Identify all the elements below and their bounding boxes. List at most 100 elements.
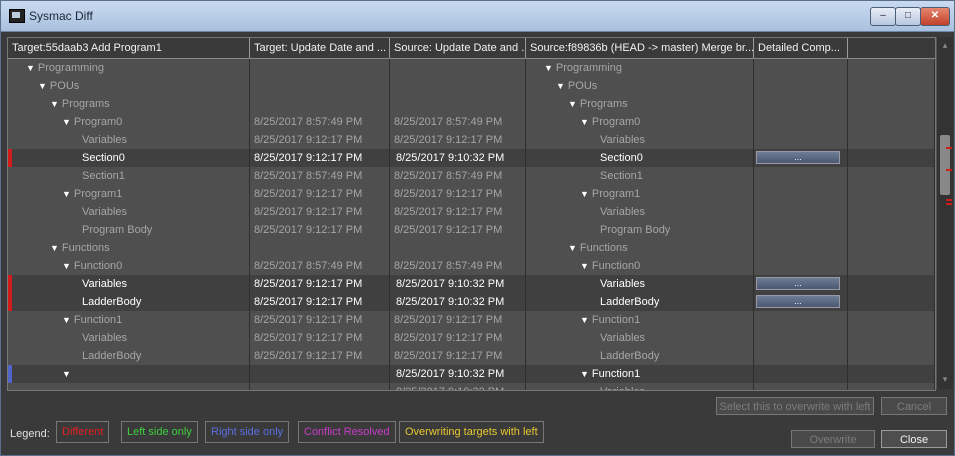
table-row[interactable]: Variables 8/25/2017 9:12:17 PM 8/25/2017 9… bbox=[8, 203, 935, 221]
table-row[interactable]: Section1 8/25/2017 8:57:49 PM 8/25/2017 8:… bbox=[8, 167, 935, 185]
table-row[interactable]: LadderBody 8/25/2017 9:12:17 PM 8/25/2017 … bbox=[8, 293, 935, 311]
tree-node[interactable]: ▼ POUs bbox=[556, 77, 597, 95]
overwrite-with-left-button[interactable]: Select this to overwrite with left bbox=[716, 397, 874, 415]
tree-node[interactable]: Variables bbox=[74, 203, 127, 221]
tree-node[interactable]: LadderBody bbox=[74, 347, 141, 365]
col-header-target-name[interactable]: Target:55daab3 Add Program1 bbox=[8, 38, 250, 58]
tree-node[interactable]: Program Body bbox=[592, 221, 670, 239]
expand-triangle-icon[interactable]: ▼ bbox=[568, 243, 577, 253]
table-row[interactable]: Variables 8/25/2017 9:12:17 PM 8/25/2017 9… bbox=[8, 131, 935, 149]
tree-node-label: Program0 bbox=[73, 116, 123, 128]
expand-triangle-icon[interactable]: ▼ bbox=[580, 261, 589, 271]
tree-node[interactable]: ▼ Function1 bbox=[580, 311, 640, 329]
tree-node[interactable]: ▼ Programs bbox=[568, 95, 628, 113]
tree-node[interactable]: Section0 bbox=[592, 149, 643, 167]
maximize-button[interactable]: □ bbox=[895, 7, 921, 26]
tree-node[interactable]: ▼ Functions bbox=[568, 239, 628, 257]
tree-node[interactable]: ▼ Program0 bbox=[62, 113, 122, 131]
table-row[interactable]: Variables 8/25/2017 9:12:17 PM 8/25/2017 9… bbox=[8, 275, 935, 293]
expand-triangle-icon[interactable]: ▼ bbox=[62, 369, 71, 379]
tree-node[interactable]: Section0 bbox=[74, 149, 125, 167]
close-window-button[interactable]: ✕ bbox=[920, 7, 950, 26]
detailed-compare-button[interactable]: ... bbox=[756, 295, 840, 308]
expand-triangle-icon[interactable]: ▼ bbox=[62, 189, 71, 199]
expand-triangle-icon[interactable]: ▼ bbox=[50, 243, 59, 253]
table-row[interactable]: 8/25/2017 9:10:32 PM Variables bbox=[8, 383, 935, 390]
tree-node[interactable]: ▼ Function1 bbox=[580, 365, 640, 383]
minimize-button[interactable]: – bbox=[870, 7, 896, 26]
col-header-source-date[interactable]: Source: Update Date and ... bbox=[390, 38, 526, 58]
tree-node[interactable]: ▼ Programming bbox=[26, 59, 104, 77]
table-row[interactable]: ▼ 8/25/2017 9:10:32 PM ▼ Function1 bbox=[8, 365, 935, 383]
tree-node[interactable]: ▼ Programs bbox=[50, 95, 110, 113]
expand-triangle-icon[interactable]: ▼ bbox=[62, 261, 71, 271]
tree-node[interactable]: ▼ POUs bbox=[38, 77, 79, 95]
col-header-detailed-compare[interactable]: Detailed Comp... bbox=[754, 38, 848, 58]
tree-node[interactable]: Variables bbox=[592, 131, 645, 149]
table-row[interactable]: ▼ Function0 8/25/2017 8:57:49 PM 8/25/2017 … bbox=[8, 257, 935, 275]
tree-node[interactable]: LadderBody bbox=[74, 293, 141, 311]
expand-triangle-icon[interactable]: ▼ bbox=[580, 117, 589, 127]
scroll-up-icon[interactable]: ▴ bbox=[939, 39, 951, 51]
scroll-down-icon[interactable]: ▾ bbox=[939, 373, 951, 385]
tree-node[interactable]: ▼ Programming bbox=[544, 59, 622, 77]
expand-triangle-icon[interactable]: ▼ bbox=[62, 315, 71, 325]
col-header-source-name[interactable]: Source:f89836b (HEAD -> master) Merge br… bbox=[526, 38, 754, 58]
table-row[interactable]: Variables 8/25/2017 9:12:17 PM 8/25/2017 9… bbox=[8, 329, 935, 347]
tree-node[interactable]: Variables bbox=[74, 329, 127, 347]
tree-node[interactable]: ▼ Function1 bbox=[62, 311, 122, 329]
expand-triangle-icon[interactable]: ▼ bbox=[580, 315, 589, 325]
col-header-target-date[interactable]: Target: Update Date and ... bbox=[250, 38, 390, 58]
source-date-cell: 8/25/2017 9:12:17 PM bbox=[390, 329, 526, 347]
expand-triangle-icon[interactable]: ▼ bbox=[26, 63, 35, 73]
table-row[interactable]: ▼ Programming ▼ Programming bbox=[8, 59, 935, 77]
expand-triangle-icon[interactable]: ▼ bbox=[544, 63, 553, 73]
expand-triangle-icon[interactable]: ▼ bbox=[580, 189, 589, 199]
detailed-compare-button[interactable]: ... bbox=[756, 277, 840, 290]
cancel-button[interactable]: Cancel bbox=[881, 397, 947, 415]
table-row[interactable]: ▼ Program0 8/25/2017 8:57:49 PM 8/25/2017 8… bbox=[8, 113, 935, 131]
close-button[interactable]: Close bbox=[881, 430, 947, 448]
table-row[interactable]: LadderBody 8/25/2017 9:12:17 PM 8/25/2017 … bbox=[8, 347, 935, 365]
tree-node[interactable]: Variables bbox=[592, 203, 645, 221]
table-row[interactable]: ▼ Functions ▼ Functions bbox=[8, 239, 935, 257]
tree-node[interactable]: ▼ Program0 bbox=[580, 113, 640, 131]
scroll-thumb[interactable] bbox=[940, 135, 950, 195]
tree-node[interactable]: Section1 bbox=[74, 167, 125, 185]
tree-node[interactable]: Variables bbox=[74, 131, 127, 149]
tree-node[interactable]: LadderBody bbox=[592, 293, 659, 311]
table-row[interactable]: ▼ Programs ▼ Programs bbox=[8, 95, 935, 113]
table-row[interactable]: Program Body 8/25/2017 9:12:17 PM 8/25/201… bbox=[8, 221, 935, 239]
tree-node[interactable]: Variables bbox=[592, 329, 645, 347]
tree-node-label: LadderBody bbox=[600, 350, 660, 362]
expand-triangle-icon[interactable]: ▼ bbox=[38, 81, 47, 91]
tree-node[interactable]: Section1 bbox=[592, 167, 643, 185]
table-row[interactable]: ▼ Program1 8/25/2017 9:12:17 PM 8/25/2017 9… bbox=[8, 185, 935, 203]
detailed-compare-cell bbox=[754, 329, 848, 347]
detailed-compare-button[interactable]: ... bbox=[756, 151, 840, 164]
tree-node[interactable]: ▼ Functions bbox=[50, 239, 110, 257]
table-row[interactable]: Section0 8/25/2017 9:12:17 PM 8/25/2017 9:… bbox=[8, 149, 935, 167]
expand-triangle-icon[interactable]: ▼ bbox=[556, 81, 565, 91]
source-tree-cell: Section0 bbox=[526, 149, 754, 167]
expand-triangle-icon[interactable]: ▼ bbox=[50, 99, 59, 109]
tree-node[interactable]: ▼ Function0 bbox=[580, 257, 640, 275]
tree-node[interactable]: Variables bbox=[592, 383, 645, 390]
expand-triangle-icon[interactable]: ▼ bbox=[580, 369, 589, 379]
tree-node[interactable]: Program Body bbox=[74, 221, 152, 239]
expand-triangle-icon[interactable]: ▼ bbox=[568, 99, 577, 109]
tree-node[interactable]: Variables bbox=[592, 275, 645, 293]
tree-node[interactable]: ▼ Function0 bbox=[62, 257, 122, 275]
expand-triangle-icon[interactable]: ▼ bbox=[62, 117, 71, 127]
tree-node[interactable]: Variables bbox=[74, 275, 127, 293]
overwrite-button[interactable]: Overwrite bbox=[791, 430, 875, 448]
vertical-scrollbar[interactable]: ▴ ▾ bbox=[936, 37, 953, 389]
tree-node[interactable]: LadderBody bbox=[592, 347, 659, 365]
table-row[interactable]: ▼ Function1 8/25/2017 9:12:17 PM 8/25/2017 … bbox=[8, 311, 935, 329]
tree-node[interactable]: ▼ bbox=[62, 365, 74, 383]
tree-node[interactable] bbox=[74, 383, 82, 390]
tree-node-label: Variables bbox=[82, 278, 128, 290]
table-row[interactable]: ▼ POUs ▼ POUs bbox=[8, 77, 935, 95]
tree-node[interactable]: ▼ Program1 bbox=[62, 185, 122, 203]
tree-node[interactable]: ▼ Program1 bbox=[580, 185, 640, 203]
